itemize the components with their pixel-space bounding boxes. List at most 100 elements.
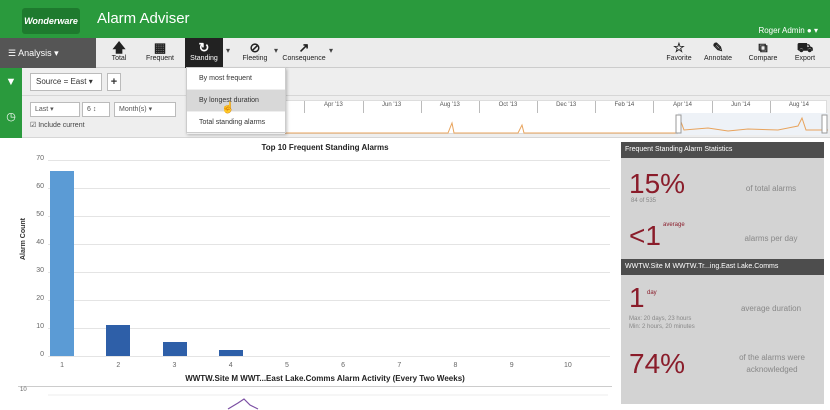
gridline [48, 244, 610, 245]
standing-dropdown: By most frequent By longest duration Tot… [186, 67, 286, 134]
filter-bar: ▼ Source = East ▾ + [0, 68, 830, 96]
timeline-divider [595, 101, 597, 113]
timeline-month-label: Feb '14 [614, 102, 635, 108]
duration-max: Max: 20 days, 23 hours [629, 316, 692, 322]
x-tick-label: 4 [228, 362, 233, 369]
app-window: Wonderware Alarm Adviser Roger Admin ● ▾… [0, 0, 830, 410]
analysis-menu[interactable]: ☰ Analysis ▾ [0, 38, 96, 68]
fleeting-button[interactable]: ⊘ Fleeting [237, 38, 273, 68]
gridline [48, 356, 610, 357]
tag-header: WWTW.Site M WWTW.Tr...ing.East Lake.Comm… [621, 259, 824, 275]
export-button[interactable]: ⛟ Export [790, 38, 820, 68]
x-tick-label: 5 [284, 362, 289, 369]
standing-label: Standing [190, 55, 218, 62]
timeline-month-label: Aug '13 [439, 102, 460, 108]
y-axis-label: Alarm Count [20, 218, 27, 260]
total-button[interactable]: 🡅 Total [104, 38, 134, 68]
range-count-stepper[interactable]: 6 ↕ [82, 102, 110, 117]
app-header: Wonderware Alarm Adviser Roger Admin ● ▾ [0, 0, 830, 38]
x-tick-label: 7 [397, 362, 402, 369]
favorite-label: Favorite [666, 55, 692, 62]
fleeting-caret-icon[interactable]: ▾ [274, 46, 278, 55]
range-mode-value: Last [35, 106, 49, 113]
gridline [48, 328, 610, 329]
avg-duration-value: 1 [629, 282, 645, 313]
filter-icon[interactable]: ▼ [0, 68, 22, 96]
timeline-divider [769, 101, 771, 113]
timeline-month-label: Oct '13 [498, 102, 518, 108]
timeline-month-label: Dec '13 [556, 102, 577, 108]
timeline-divider [420, 101, 422, 113]
clock-icon[interactable]: ◷ [0, 96, 22, 138]
include-current-checkbox[interactable]: ☑ Include current [30, 121, 85, 129]
time-range-bar: ◷ Last ▾ 6 ↕ Month(s) ▾ ☑ Include curren… [0, 96, 830, 138]
user-menu[interactable]: Roger Admin ● ▾ [758, 26, 818, 35]
x-tick-label: 10 [563, 362, 572, 369]
x-tick-label: 1 [60, 362, 65, 369]
avg-duration-sup: day [647, 290, 657, 296]
chart-bar[interactable] [50, 171, 75, 356]
app-title: Alarm Adviser [97, 10, 190, 27]
clock-icon: ↻ [198, 40, 210, 55]
y-tick-label: 60 [36, 183, 44, 190]
timeline-handle-right[interactable] [821, 114, 828, 134]
standing-caret-icon[interactable]: ▾ [226, 46, 230, 55]
logo: Wonderware [22, 8, 80, 34]
consequence-label: Consequence [282, 55, 326, 62]
export-label: Export [794, 55, 816, 62]
x-tick-label: 8 [453, 362, 458, 369]
gridline [48, 188, 610, 189]
dropdown-item-most-frequent[interactable]: By most frequent [187, 68, 285, 90]
frequent-button[interactable]: ▦ Frequent [142, 38, 178, 68]
compare-label: Compare [748, 55, 778, 62]
mini-chart-plot [48, 394, 608, 410]
timeline-divider [362, 101, 364, 113]
x-tick-label: 3 [172, 362, 177, 369]
source-filter-value: Source = East [36, 77, 87, 86]
timeline-selection [678, 113, 828, 135]
pct-total-sub: 84 of 535 [631, 198, 657, 204]
avg-duration-desc: average duration [740, 304, 802, 313]
gridline [48, 300, 610, 301]
consequence-button[interactable]: ↗ Consequence [280, 38, 328, 68]
chart-bar[interactable] [162, 342, 187, 356]
pct-total-value: 15% [629, 168, 686, 199]
fleeting-label: Fleeting [242, 55, 268, 62]
avg-per-day-desc: alarms per day [744, 234, 798, 243]
chart-bar[interactable] [106, 325, 131, 356]
total-label: Total [111, 55, 127, 62]
user-icon: ● ▾ [806, 26, 818, 35]
add-filter-button[interactable]: + [107, 73, 121, 91]
include-current-label: Include current [38, 122, 85, 129]
timeline-handle-left[interactable] [675, 114, 682, 134]
stats-header: Frequent Standing Alarm Statistics [621, 142, 824, 158]
dropdown-item-longest-duration[interactable]: By longest duration [187, 90, 285, 112]
y-tick-label: 30 [36, 267, 44, 274]
star-icon: ☆ [673, 40, 685, 55]
range-unit-select[interactable]: Month(s) ▾ [114, 102, 176, 117]
favorite-button[interactable]: ☆ Favorite [664, 38, 694, 68]
bar-chart-icon: ▦ [153, 40, 167, 55]
range-mode-select[interactable]: Last ▾ [30, 102, 80, 117]
standing-button[interactable]: ↻ Standing [185, 38, 223, 68]
chart-bar[interactable] [218, 350, 243, 356]
dropdown-item-total-standing[interactable]: Total standing alarms [187, 112, 285, 134]
timeline-month-label: Jun '14 [731, 102, 751, 108]
analysis-label: Analysis [18, 48, 52, 58]
timeline-divider [711, 101, 713, 113]
truck-icon: ⛟ [796, 40, 814, 55]
gridline [48, 272, 610, 273]
annotate-button[interactable]: ✎ Annotate [701, 38, 735, 68]
consequence-caret-icon[interactable]: ▾ [329, 46, 333, 55]
avg-per-day-value: <1 [629, 220, 661, 251]
annotate-label: Annotate [703, 55, 733, 62]
stats-panel: Frequent Standing Alarm Statistics 15% 8… [621, 142, 824, 404]
toolbar: ☰ Analysis ▾ 🡅 Total ▦ Frequent ↻ Standi… [0, 38, 830, 68]
compare-button[interactable]: ⧉ Compare [744, 38, 782, 68]
source-filter-select[interactable]: Source = East ▾ [30, 73, 102, 91]
x-tick-label: 6 [341, 362, 346, 369]
avg-per-day-sup: average [663, 222, 685, 228]
timeline-month-label: Aug '14 [788, 102, 809, 108]
duration-min: Min: 2 hours, 20 minutes [629, 324, 695, 330]
compare-icon: ⧉ [758, 40, 768, 55]
